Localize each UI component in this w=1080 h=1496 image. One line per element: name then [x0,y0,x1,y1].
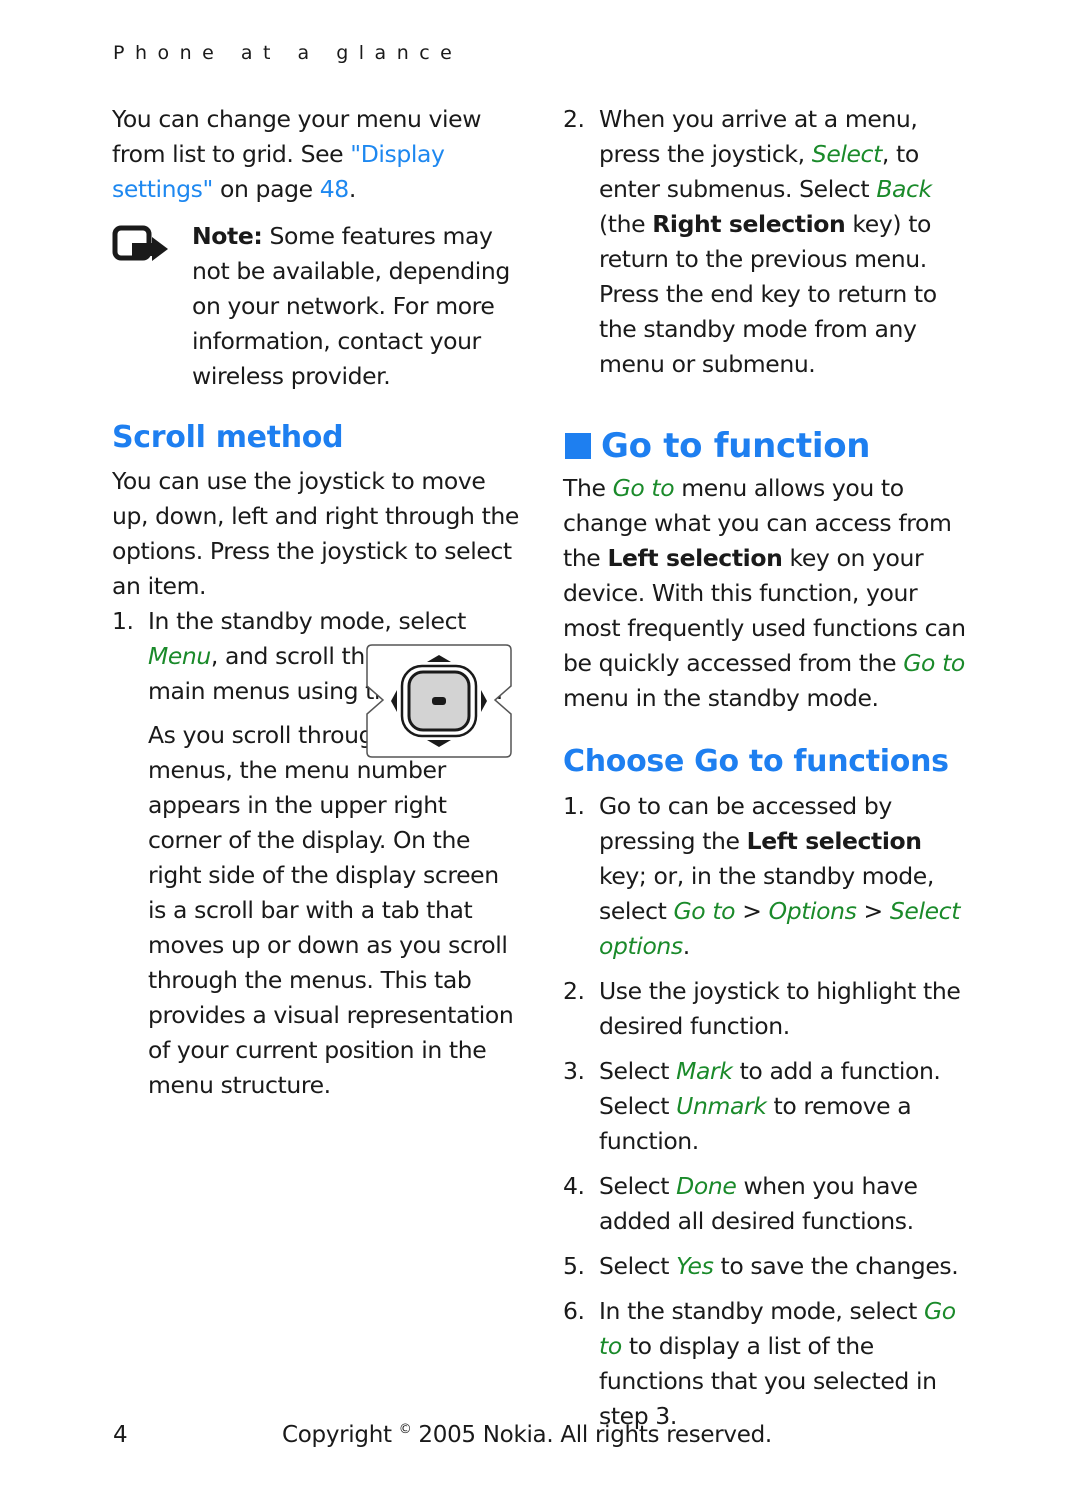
note-text: Note: Some features may not be available… [192,219,522,394]
copyright-text-end: 2005 Nokia. All rights reserved. [411,1422,772,1448]
step-text-part: . [682,932,690,960]
options-ui-term: Options [768,897,857,925]
step-text: Select Mark to add a function. Select Un… [599,1054,973,1159]
choose-step-5: 5. Select Yes to save the changes. [563,1249,973,1284]
go-to-function-heading: Go to function [563,424,973,468]
choose-step-3: 3. Select Mark to add a function. Select… [563,1054,973,1159]
step-text-part: Select [599,1057,677,1085]
choose-step-2: 2. Use the joystick to highlight the des… [563,974,973,1044]
step-text: Go to can be accessed by pressing the Le… [599,789,973,964]
step-text-part: > [856,897,890,925]
right-selection-key-term: Right selection [652,210,846,238]
mark-ui-term: Mark [676,1057,733,1085]
yes-ui-term: Yes [676,1252,714,1280]
note-hand-icon [112,219,192,394]
step-text: When you arrive at a menu, press the joy… [599,102,973,382]
choose-steps: 1. Go to can be accessed by pressing the… [563,789,973,1434]
go-to-ui-term: Go to [903,649,965,677]
step-text-part: Select [599,1172,677,1200]
intro-text-end: . [348,175,356,203]
step-text-part: Select [599,1252,677,1280]
intro-paragraph: You can change your menu view from list … [112,102,522,207]
heading-square-icon [565,433,591,459]
step-text-part: to save the changes. [713,1252,959,1280]
intro-text-mid: on page [212,175,320,203]
step-text-part: In the standby mode, select [599,1297,924,1325]
done-ui-term: Done [676,1172,737,1200]
menu-ui-term: Menu [148,642,211,670]
step-number: 1. [563,792,585,820]
choose-go-to-functions-heading: Choose Go to functions [563,744,949,779]
step-number: 2. [563,105,585,133]
step-text: Select Yes to save the changes. [599,1249,973,1284]
go-to-ui-term: Go to [612,474,675,502]
go-to-ui-term: Go to [673,897,736,925]
page-ref-link[interactable]: 48 [320,175,350,203]
scroll-method-heading: Scroll method [112,420,344,455]
step-number: 2. [563,977,585,1005]
step-number: 5. [563,1252,585,1280]
select-ui-term: Select [811,140,883,168]
step-number: 3. [563,1057,585,1085]
choose-step-6: 6. In the standby mode, select Go to to … [563,1294,973,1434]
back-ui-term: Back [876,175,932,203]
left-selection-key-term: Left selection [607,544,783,572]
scroll-step-2: 2. When you arrive at a menu, press the … [563,102,973,382]
step-number: 1. [112,607,134,635]
page-number: 4 [113,1422,128,1448]
copyright-symbol: © [398,1422,412,1437]
right-column: 2. When you arrive at a menu, press the … [563,102,973,1434]
scroll-steps-continued: 2. When you arrive at a menu, press the … [563,102,973,382]
left-column: You can change your menu view from list … [112,102,522,1103]
step-number: 4. [563,1172,585,1200]
note-label: Note: [192,222,263,250]
step-text-part: In the standby mode, select [148,607,466,635]
step-number: 6. [563,1297,585,1325]
choose-step-1: 1. Go to can be accessed by pressing the… [563,789,973,964]
unmark-ui-term: Unmark [676,1092,767,1120]
para-part: menu in the standby mode. [563,684,879,712]
step-text: Select Done when you have added all desi… [599,1169,973,1239]
note-block: Note: Some features may not be available… [112,219,522,394]
step-text-part: > [735,897,769,925]
step-text-part: to display a list of the functions that … [599,1332,937,1430]
step-text: In the standby mode, select Go to to dis… [599,1294,973,1434]
heading-text: Go to function [601,426,871,466]
go-to-paragraph: The Go to menu allows you to change what… [563,471,973,716]
running-head: Phone at a glance [113,42,463,64]
para-part: The [563,474,613,502]
step-text: Use the joystick to highlight the desire… [599,977,961,1040]
copyright-text: Copyright [282,1422,399,1448]
step-text-part: (the [599,210,653,238]
scroll-method-paragraph: You can use the joystick to move up, dow… [112,467,519,600]
scroll-step-1-continuation: As you scroll through the menus, the men… [148,721,514,1099]
copyright-notice: Copyright © 2005 Nokia. All rights reser… [282,1422,772,1448]
left-selection-key-term: Left selection [746,827,922,855]
joystick-icon [364,642,514,760]
choose-step-4: 4. Select Done when you have added all d… [563,1169,973,1239]
